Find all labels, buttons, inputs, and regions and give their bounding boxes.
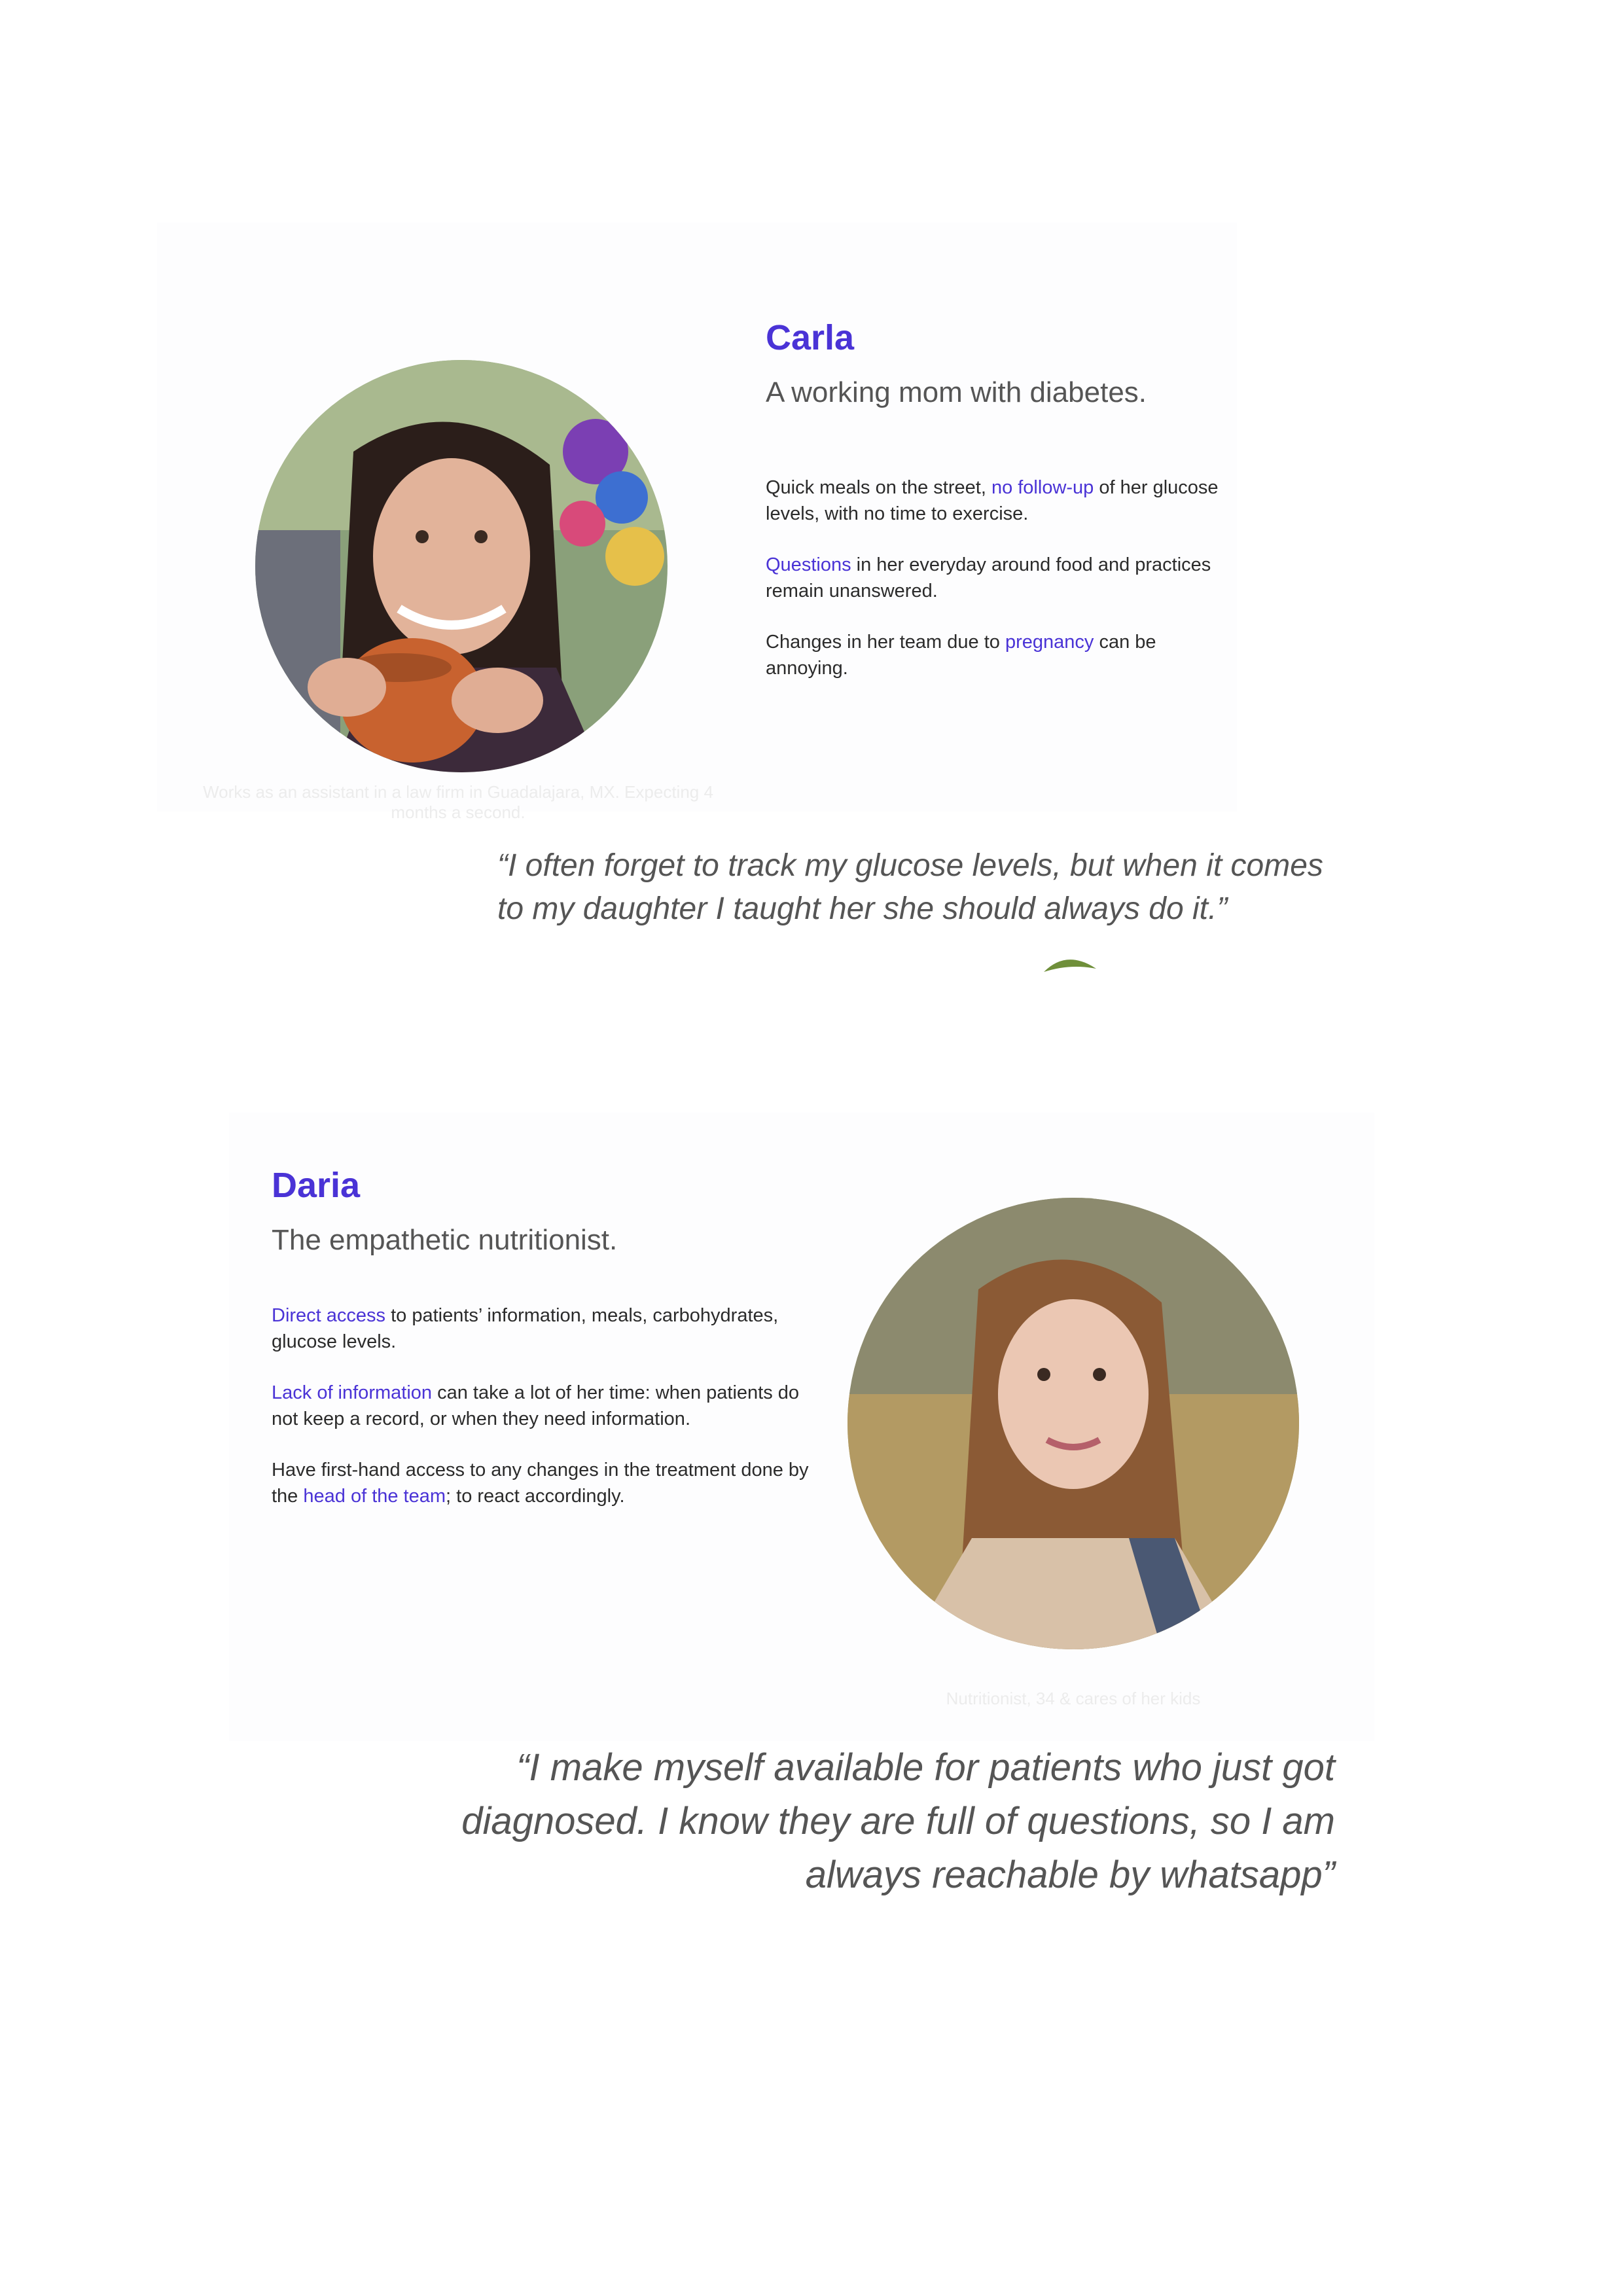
daria-point-1: Direct access to patients’ information, … (272, 1302, 821, 1355)
carla-tagline: A working mom with diabetes. (766, 376, 1147, 408)
point-highlight: Direct access (272, 1305, 386, 1326)
point-highlight: Questions (766, 554, 851, 575)
point-highlight: head of the team (303, 1486, 446, 1507)
carla-caption: Works as an assistant in a law firm in G… (203, 782, 713, 822)
point-highlight: pregnancy (1005, 632, 1094, 653)
carla-points-list: Quick meals on the street, no follow-up … (766, 475, 1237, 706)
daria-photo (847, 1198, 1299, 1649)
carla-name: Carla (766, 318, 855, 357)
point-text: Changes in her team due to (766, 632, 1005, 653)
daria-caption: Nutritionist, 34 & cares of her kids (946, 1689, 1201, 1708)
daria-name: Daria (272, 1166, 361, 1205)
persona-card-carla: Carla A working mom with diabetes. Quick… (157, 223, 1237, 822)
daria-portrait-image (847, 1198, 1299, 1649)
persona-card-daria: Daria The empathetic nutritionist. Direc… (229, 1113, 1374, 1741)
point-highlight: Lack of information (272, 1382, 433, 1403)
point-highlight: no follow-up (991, 477, 1094, 498)
daria-point-2: Lack of information can take a lot of he… (272, 1380, 821, 1432)
carla-point-1: Quick meals on the street, no follow-up … (766, 475, 1237, 527)
carla-portrait-image (255, 360, 668, 772)
point-text: Quick meals on the street, (766, 477, 991, 498)
carla-quote: “I often forget to track my glucose leve… (497, 848, 1323, 926)
point-text: ; to react accordingly. (446, 1486, 625, 1507)
carla-point-3: Changes in her team due to pregnancy can… (766, 629, 1237, 681)
carla-point-2: Questions in her everyday around food an… (766, 552, 1237, 604)
carla-photo (255, 360, 668, 772)
daria-points-list: Direct access to patients’ information, … (272, 1302, 821, 1534)
daria-tagline: The empathetic nutritionist. (272, 1224, 618, 1256)
leaf-decoration-icon (1044, 960, 1096, 972)
daria-point-3: Have first-hand access to any changes in… (272, 1457, 821, 1509)
daria-quote: “I make myself available for patients wh… (461, 1746, 1335, 1896)
